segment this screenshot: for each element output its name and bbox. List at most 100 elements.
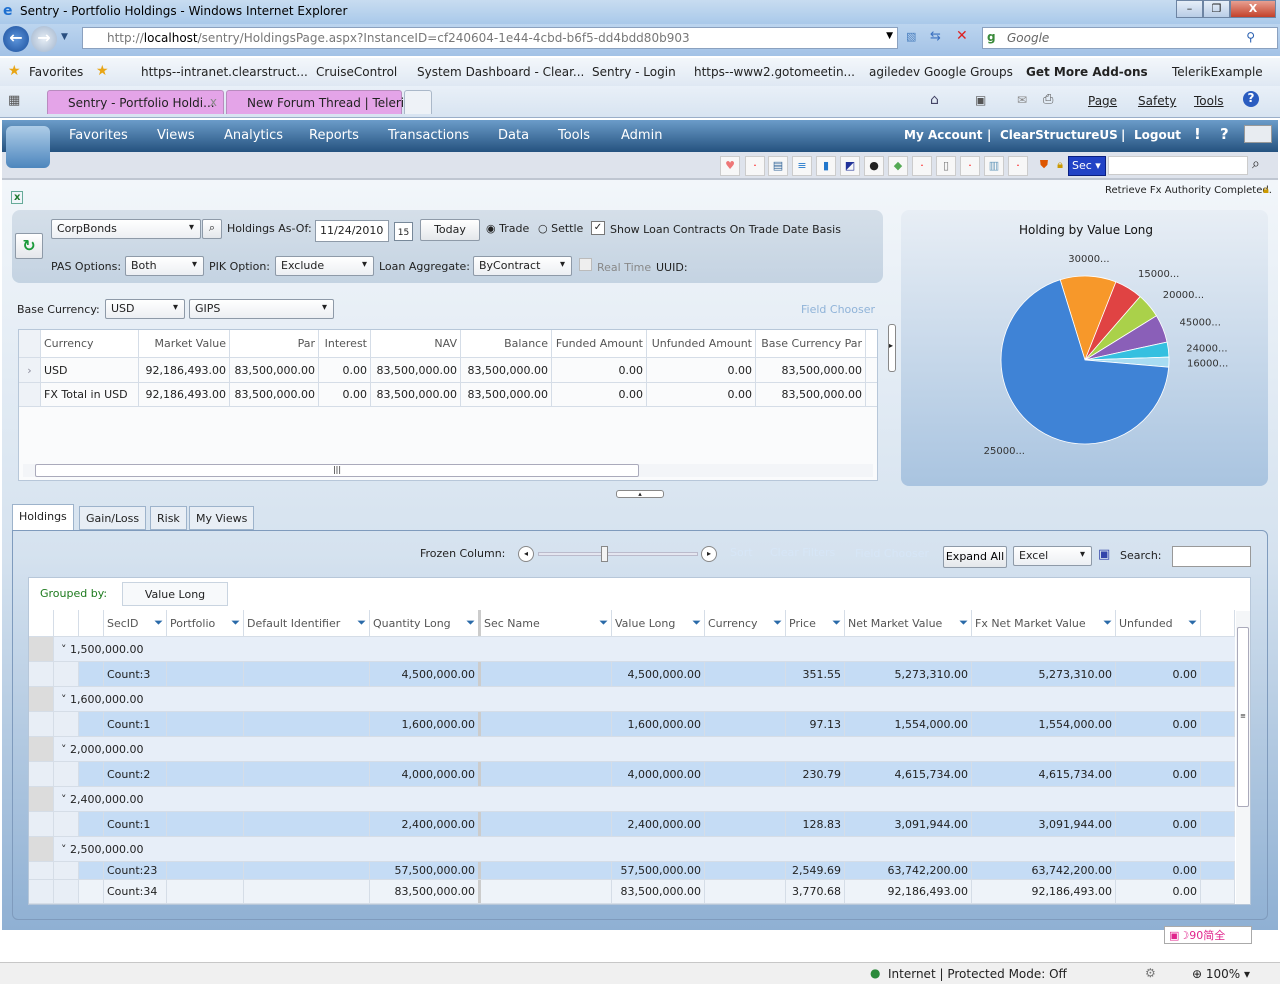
favorites-button[interactable]: Favorites: [29, 65, 83, 79]
list-view-icon[interactable]: [1244, 125, 1272, 143]
feeds-icon[interactable]: ▣: [975, 93, 986, 107]
favorite-link[interactable]: agiledev Google Groups: [869, 65, 1013, 79]
trade-radio[interactable]: ◉ Trade: [486, 222, 529, 235]
column-header[interactable]: NAV: [371, 330, 461, 357]
safety-menu[interactable]: Safety: [1138, 94, 1176, 108]
ime-toolbar[interactable]: ▣☽90简全: [1164, 926, 1252, 944]
back-button[interactable]: ←: [3, 26, 29, 52]
help-icon[interactable]: ?: [1220, 125, 1229, 143]
refresh-button[interactable]: ↻: [15, 233, 43, 259]
broken-image-icon[interactable]: ·: [745, 156, 765, 176]
group-header[interactable]: ˅ 1,500,000.00: [61, 643, 143, 656]
gips-select[interactable]: GIPS: [189, 299, 334, 319]
column-header[interactable]: Value Long ⏷: [612, 610, 705, 636]
search-icon[interactable]: ⚲: [1246, 30, 1255, 44]
group-row[interactable]: ˅ 2,400,000.00: [29, 787, 1235, 812]
column-header[interactable]: SecID ⏷: [104, 610, 167, 636]
summary-field-chooser-link[interactable]: Field Chooser: [801, 303, 875, 316]
menu-views[interactable]: Views: [157, 128, 195, 143]
database-icon[interactable]: ≡: [792, 156, 812, 176]
collapse-chevron-icon[interactable]: ˅: [61, 693, 70, 706]
collapse-chart-handle[interactable]: ▸: [888, 324, 896, 372]
my-account-link[interactable]: My Account: [904, 128, 983, 142]
column-header[interactable]: Balance: [461, 330, 552, 357]
tab-gain-loss[interactable]: Gain/Loss: [79, 506, 147, 530]
filter-icon[interactable]: ⏷: [1188, 616, 1197, 630]
column-header[interactable]: Interest: [319, 330, 371, 357]
browser-tab[interactable]: New Forum Thread | Telerik: [226, 90, 411, 114]
group-row[interactable]: ˅ 1,500,000.00: [29, 637, 1235, 662]
home-icon[interactable]: ⌂: [930, 92, 939, 108]
address-dropdown-icon[interactable]: ▼: [886, 31, 893, 41]
scrollbar-thumb[interactable]: ≡: [1237, 627, 1249, 807]
column-header[interactable]: Market Value: [139, 330, 230, 357]
logout-link[interactable]: Logout: [1134, 128, 1181, 142]
favorite-link[interactable]: CruiseControl: [316, 65, 397, 79]
menu-data[interactable]: Data: [498, 128, 529, 143]
browser-tab-active[interactable]: Sentry - Portfolio Holdi... x: [47, 90, 224, 114]
quick-tabs-icon[interactable]: ▦: [8, 93, 20, 108]
loan-aggregate-select[interactable]: ByContract: [473, 256, 572, 276]
money-icon[interactable]: ◆: [888, 156, 908, 176]
save-icon[interactable]: ▣: [1098, 547, 1110, 562]
client-link[interactable]: ClearStructureUS: [1000, 128, 1118, 142]
row-indicator[interactable]: [19, 383, 41, 406]
favorite-link[interactable]: TelerikExample: [1172, 65, 1263, 79]
column-header[interactable]: Funded Amount: [552, 330, 647, 357]
favorite-link[interactable]: System Dashboard - Clear...: [417, 65, 584, 79]
filter-icon[interactable]: ⏷: [1103, 616, 1112, 630]
menu-admin[interactable]: Admin: [621, 128, 662, 143]
slider-thumb[interactable]: [601, 546, 608, 562]
slider-right-button[interactable]: ▸: [701, 546, 717, 562]
column-header[interactable]: Unfunded ⏷: [1116, 610, 1201, 636]
favorite-link[interactable]: https--www2.gotomeetin...: [694, 65, 855, 79]
excel-export-icon[interactable]: x: [11, 191, 24, 204]
handshake-icon[interactable]: ♥: [720, 156, 740, 176]
report-icon[interactable]: ▤: [768, 156, 788, 176]
group-header[interactable]: ˅ 2,500,000.00: [61, 843, 143, 856]
filter-icon[interactable]: ⏷: [357, 616, 366, 630]
group-header[interactable]: ˅ 2,000,000.00: [61, 743, 143, 756]
compatibility-icon[interactable]: ▧: [906, 30, 916, 43]
tools-menu[interactable]: Tools: [1194, 94, 1224, 108]
favorite-link[interactable]: https--intranet.clearstruct...: [141, 65, 308, 79]
column-header[interactable]: Portfolio ⏷: [167, 610, 244, 636]
group-header[interactable]: ˅ 2,400,000.00: [61, 793, 143, 806]
filter-icon[interactable]: ⏷: [154, 616, 163, 630]
clear-filters-link[interactable]: Clear Filters: [770, 546, 835, 559]
filter-icon[interactable]: ⏷: [466, 616, 475, 630]
scrollbar-thumb[interactable]: |||: [35, 464, 639, 477]
user-icon[interactable]: ●: [864, 156, 884, 176]
filter-icon[interactable]: ⏷: [773, 616, 782, 630]
export-format-select[interactable]: Excel: [1013, 546, 1092, 566]
line-chart-icon[interactable]: ◩: [840, 156, 860, 176]
filter-icon[interactable]: ⏷: [832, 616, 841, 630]
minimize-button[interactable]: –: [1176, 0, 1203, 18]
group-row[interactable]: ˅ 2,500,000.00: [29, 837, 1235, 862]
favorite-link[interactable]: Sentry - Login: [592, 65, 676, 79]
close-window-button[interactable]: X: [1230, 0, 1276, 18]
column-header[interactable]: F: [866, 330, 877, 357]
collapse-chevron-icon[interactable]: ˅: [61, 643, 70, 656]
address-bar[interactable]: http://localhost/sentry/HoldingsPage.asp…: [82, 27, 898, 49]
jar-icon[interactable]: ▥: [984, 156, 1004, 176]
frozen-column-slider[interactable]: [538, 552, 698, 556]
group-chip-value-long[interactable]: Value Long: [122, 582, 228, 606]
column-header[interactable]: Sec Name ⏷: [481, 610, 612, 636]
field-chooser-link[interactable]: Field Chooser: [855, 547, 929, 560]
portfolio-select[interactable]: CorpBonds: [51, 219, 201, 239]
zoom-level[interactable]: ⊕ 100% ▾: [1192, 967, 1250, 981]
broken-image-icon[interactable]: ·: [1008, 156, 1028, 176]
binoculars-icon[interactable]: ⌕: [1252, 156, 1260, 172]
today-button[interactable]: Today: [420, 219, 480, 241]
filter-icon[interactable]: ⏷: [692, 616, 701, 630]
column-header[interactable]: Base Currency Par: [756, 330, 866, 357]
alert-icon[interactable]: !: [1194, 125, 1201, 143]
slider-left-button[interactable]: ◂: [518, 546, 534, 562]
column-header[interactable]: Currency: [41, 330, 139, 357]
group-header[interactable]: ˅ 1,600,000.00: [61, 693, 143, 706]
search-box[interactable]: Google g ⚲: [982, 27, 1278, 49]
security-icon[interactable]: ⚙: [1145, 966, 1156, 980]
add-favorite-icon[interactable]: ★: [96, 63, 109, 79]
column-header[interactable]: Quantity Long ⏷: [370, 610, 481, 636]
